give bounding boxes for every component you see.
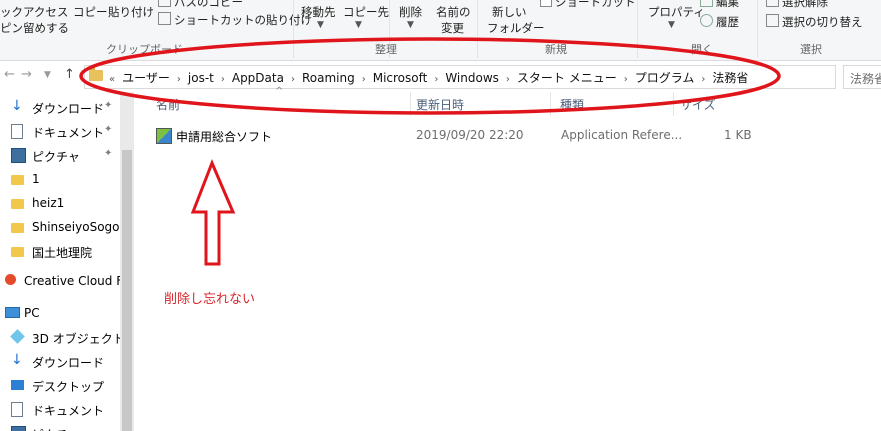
- up-arrow-annotation: [190, 159, 236, 266]
- annotation-overlay: [79, 37, 781, 266]
- highlight-ellipse: [79, 37, 781, 115]
- annotation-note: 削除し忘れない: [164, 292, 256, 307]
